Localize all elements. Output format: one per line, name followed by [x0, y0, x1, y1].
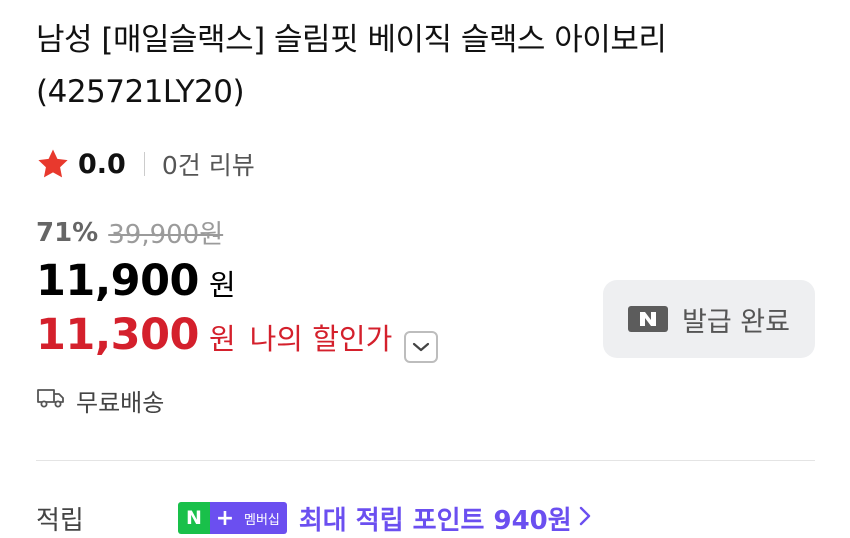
npay-n-mark: N — [178, 502, 210, 534]
shipping-label: 무료배송 — [76, 388, 165, 417]
my-discount-price: 11,300 — [36, 310, 199, 360]
review-count-link[interactable]: 0건 리뷰 — [162, 146, 255, 182]
membership-label: 멤버십 — [240, 502, 287, 534]
star-icon — [36, 147, 70, 181]
plus-icon: + — [210, 502, 240, 534]
sale-price-unit: 원 — [208, 268, 236, 302]
truck-icon — [36, 387, 76, 413]
discount-row: 71% 39,900원 — [36, 214, 223, 251]
naver-plus-membership-badge: N + 멤버십 — [178, 502, 287, 534]
chevron-down-icon — [413, 342, 430, 352]
rating-value: 0.0 — [78, 148, 126, 180]
points-label: 적립 — [36, 505, 84, 536]
max-points-link[interactable]: 최대 적립 포인트 940원 — [299, 500, 572, 537]
coupon-label: 발급 완료 — [682, 306, 790, 338]
original-price: 39,900원 — [108, 220, 224, 250]
my-discount-row: 11,300 원 나의 할인가 — [36, 310, 439, 363]
my-discount-unit: 원 — [208, 322, 236, 356]
discount-detail-toggle[interactable] — [404, 331, 439, 363]
chevron-right-icon — [572, 505, 592, 531]
sale-price: 11,900 — [36, 256, 199, 306]
my-discount-label: 나의 할인가 — [249, 322, 393, 356]
rating-summary[interactable]: 0.0 0건 리뷰 — [36, 144, 255, 184]
discount-rate: 71% — [36, 217, 99, 248]
rating-divider — [143, 152, 145, 176]
product-title: 남성 [매일슬랙스] 슬림핏 베이직 슬랙스 아이보리 (425721LY20) — [36, 22, 667, 110]
naver-n-icon — [628, 306, 669, 332]
coupon-issued-button[interactable]: 발급 완료 — [603, 280, 815, 358]
points-row[interactable]: 적립 N + 멤버십 최대 적립 포인트 940원 — [36, 496, 592, 538]
shipping-info: 무료배송 — [36, 384, 165, 417]
section-divider — [36, 460, 815, 461]
sale-price-row: 11,900 원 — [36, 256, 236, 306]
